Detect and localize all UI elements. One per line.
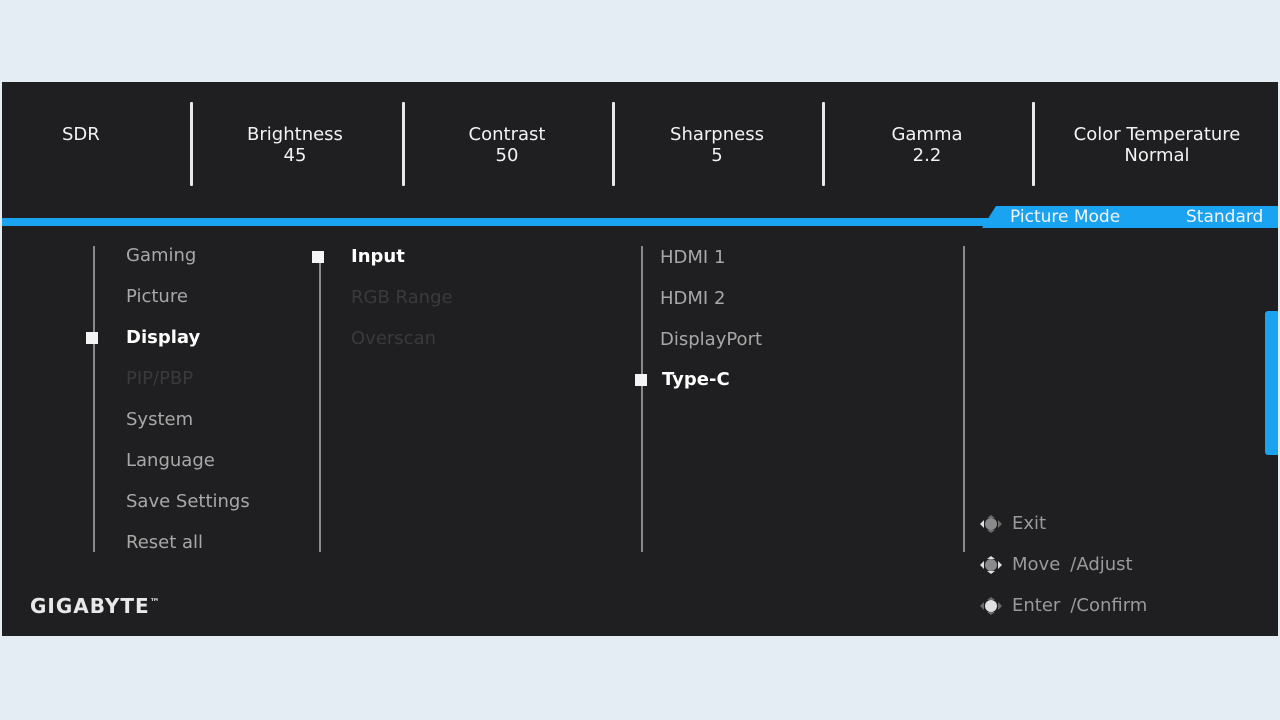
separator [1032, 102, 1035, 186]
osd-menu: SDR Brightness 45 Contrast 50 Sharpness … [2, 82, 1278, 636]
menu-item-picture[interactable]: Picture [126, 286, 188, 307]
submenu-item-overscan: Overscan [351, 328, 437, 349]
selection-marker [312, 251, 324, 263]
color-temperature-stat: Color Temperature Normal [1062, 124, 1252, 166]
menu-item-pip-pbp: PIP/PBP [126, 368, 194, 389]
option-type-c[interactable]: Type-C [662, 369, 730, 390]
joystick-left-icon [980, 515, 1002, 533]
joystick-directions-icon [980, 556, 1002, 574]
gamma-label: Gamma [891, 124, 963, 145]
submenu-item-input[interactable]: Input [351, 246, 405, 267]
joystick-press-icon [980, 597, 1002, 615]
picture-mode-value: Standard [1186, 207, 1264, 227]
contrast-stat: Contrast 50 [457, 124, 557, 166]
separator [402, 102, 405, 186]
menu-item-save-settings[interactable]: Save Settings [126, 491, 250, 512]
option-hdmi-1[interactable]: HDMI 1 [660, 247, 725, 268]
picture-mode-tab: Picture Mode Standard [982, 206, 1278, 228]
sharpness-stat: Sharpness 5 [662, 124, 772, 166]
menu-item-system[interactable]: System [126, 409, 193, 430]
menu-item-reset-all[interactable]: Reset all [126, 532, 203, 553]
picture-mode-label: Picture Mode [1010, 207, 1121, 227]
sharpness-value: 5 [711, 145, 723, 166]
separator [822, 102, 825, 186]
submenu-line [319, 258, 321, 552]
brightness-value: 45 [283, 145, 307, 166]
scrollbar-indicator [1265, 311, 1278, 455]
color-temperature-value: Normal [1124, 145, 1190, 166]
hint-move-adjust: Move/Adjust [978, 554, 1133, 575]
option-displayport[interactable]: DisplayPort [660, 329, 762, 350]
menu-item-gaming[interactable]: Gaming [126, 245, 196, 266]
gigabyte-logo: GIGABYTE™ [30, 594, 161, 618]
gamma-stat: Gamma 2.2 [882, 124, 972, 166]
brightness-stat: Brightness 45 [240, 124, 350, 166]
brightness-label: Brightness [247, 124, 343, 145]
color-temperature-label: Color Temperature [1073, 124, 1241, 145]
gamma-value: 2.2 [912, 145, 942, 166]
contrast-value: 50 [495, 145, 519, 166]
hint-enter-confirm: Enter/Confirm [978, 595, 1147, 616]
separator [612, 102, 615, 186]
sharpness-label: Sharpness [670, 124, 764, 145]
separator [190, 102, 193, 186]
status-bar: SDR Brightness 45 Contrast 50 Sharpness … [2, 82, 1278, 212]
selection-marker [86, 332, 98, 344]
hint-exit: Exit [978, 513, 1046, 534]
menu-item-display[interactable]: Display [126, 327, 200, 348]
selection-marker [635, 374, 647, 386]
options-line [641, 246, 643, 552]
contrast-label: Contrast [468, 124, 546, 145]
submenu-item-rgb-range: RGB Range [351, 287, 453, 308]
main-menu-line [93, 246, 95, 552]
hint-column-line [963, 246, 965, 552]
option-hdmi-2[interactable]: HDMI 2 [660, 288, 725, 309]
menu-item-language[interactable]: Language [126, 450, 215, 471]
hdr-mode-label: SDR [62, 124, 100, 145]
